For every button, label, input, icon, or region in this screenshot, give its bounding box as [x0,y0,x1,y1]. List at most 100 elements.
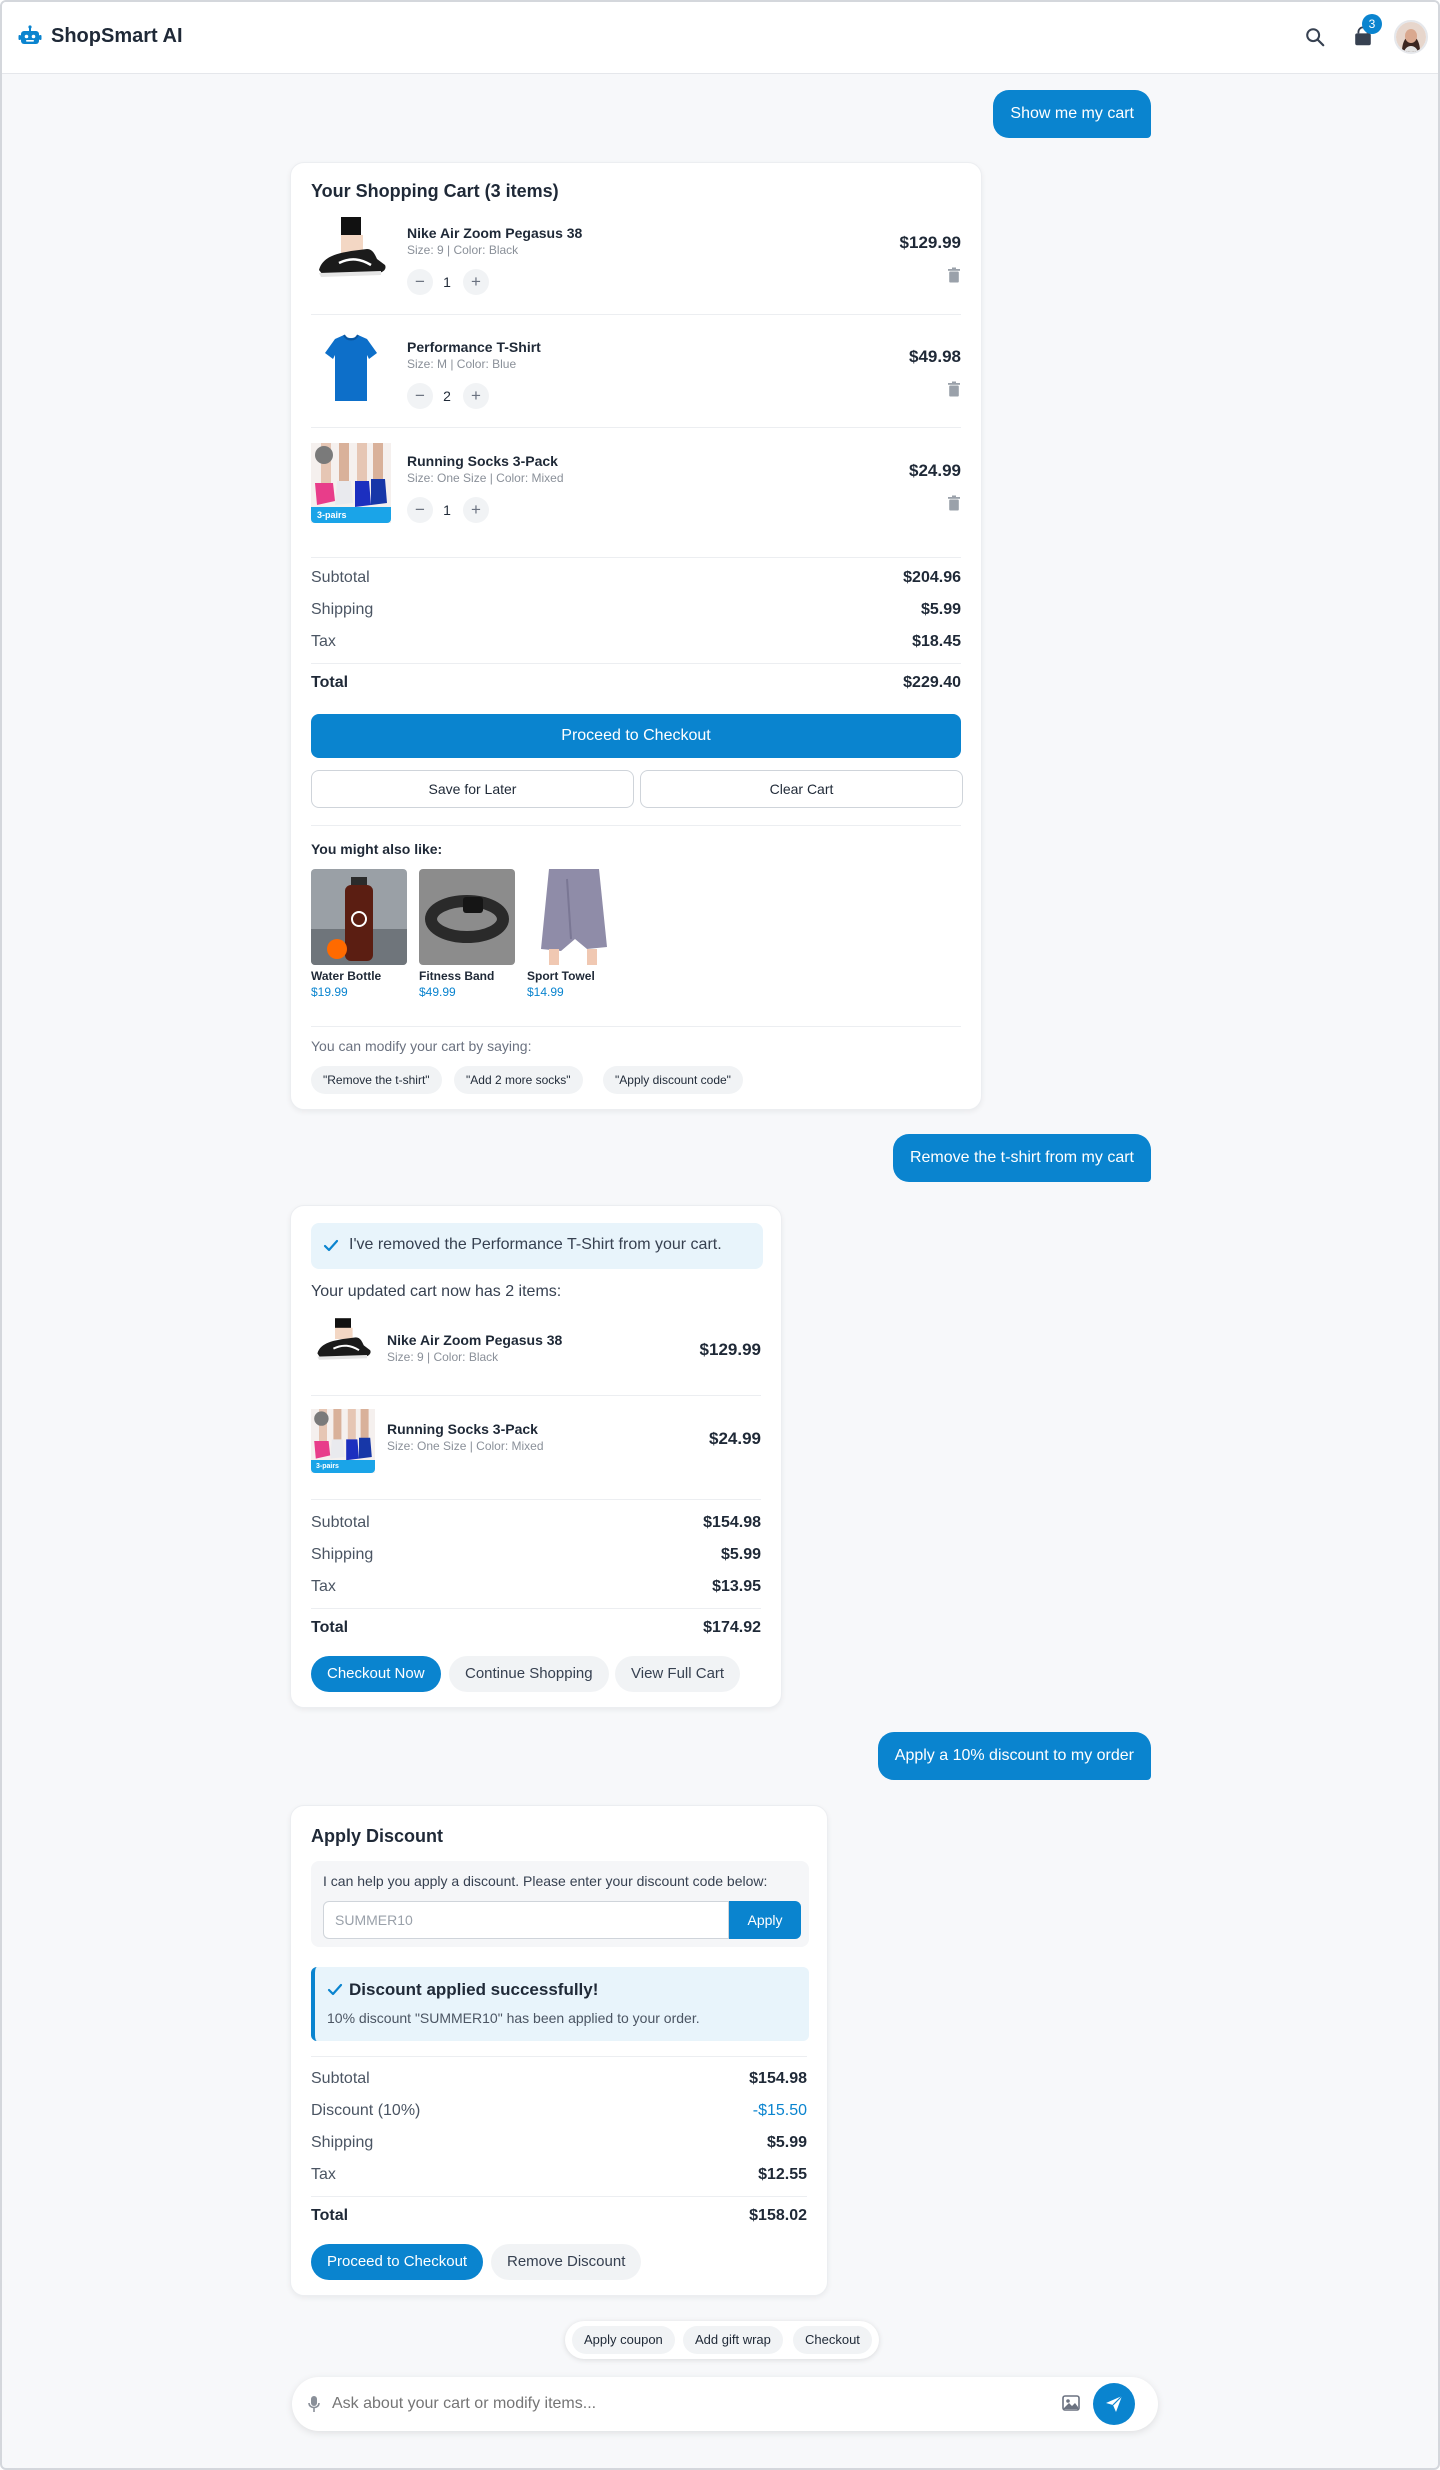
send-icon [1106,2395,1123,2412]
recommendation-item[interactable]: Water Bottle $19.99 [311,869,407,999]
divider [311,1026,961,1027]
shipping-row: Shipping $5.99 [311,601,961,625]
clear-cart-button[interactable]: Clear Cart [640,770,963,808]
decrease-qty-button[interactable]: − [407,383,433,409]
quick-action-gift-wrap[interactable]: Add gift wrap [683,2326,783,2354]
product-image-fitness-band [419,869,515,965]
shipping-label: Shipping [311,2134,374,2151]
continue-shopping-button[interactable]: Continue Shopping [449,1656,609,1692]
trash-icon[interactable] [947,267,961,283]
apply-discount-button[interactable]: Apply [729,1901,801,1939]
cart-count-badge: 3 [1362,14,1382,34]
item-name: Running Socks 3-Pack [387,1421,538,1437]
chat-input[interactable] [332,2389,1032,2419]
quick-action-apply-coupon[interactable]: Apply coupon [572,2326,675,2354]
item-meta: Size: 9 | Color: Black [407,243,519,257]
total-row: Total $229.40 [311,674,961,698]
item-name: Performance T-Shirt [407,339,541,355]
subtotal-row: Subtotal $154.98 [311,2070,807,2094]
discount-label: Discount (10%) [311,2102,421,2119]
product-image-socks: 3-pairs [311,1409,375,1473]
total-value: $174.92 [703,1619,761,1636]
discount-code-input[interactable] [323,1901,729,1939]
recommendation-price: $49.99 [419,985,456,999]
user-avatar[interactable] [1394,20,1428,54]
total-value: $229.40 [903,674,961,691]
suggestion-chip[interactable]: "Apply discount code" [603,1066,743,1094]
shipping-value: $5.99 [920,601,961,618]
suggestion-chip[interactable]: "Add 2 more socks" [454,1066,583,1094]
subtotal-value: $204.96 [903,569,961,586]
item-meta: Size: One Size | Color: Mixed [407,471,564,485]
shipping-value: $5.99 [720,1546,761,1563]
image-upload-icon[interactable] [1062,2395,1080,2411]
increase-qty-button[interactable]: + [463,383,489,409]
proceed-to-checkout-button[interactable]: Proceed to Checkout [311,2244,484,2280]
send-button[interactable] [1093,2383,1135,2425]
subtotal-value: $154.98 [749,2070,807,2087]
shipping-row: Shipping $5.99 [311,2134,807,2158]
microphone-icon[interactable] [308,2395,320,2413]
divider [311,557,961,558]
updated-cart-card: I've removed the Performance T-Shirt fro… [290,1205,782,1708]
recommendation-item[interactable]: Sport Towel $14.99 [527,869,623,999]
shipping-label: Shipping [311,601,374,618]
item-price: $129.99 [899,233,961,252]
tax-value: $13.95 [712,1578,761,1595]
modify-hint: You can modify your cart by saying: [311,1038,532,1054]
top-bar: ShopSmart AI 3 [2,2,1438,74]
discount-title: Apply Discount [311,1826,444,1846]
discount-form: I can help you apply a discount. Please … [311,1861,809,1947]
product-image-shoe [311,1318,375,1368]
discount-success-desc: 10% discount "SUMMER10" has been applied… [327,2010,700,2026]
quick-action-checkout[interactable]: Checkout [793,2326,872,2354]
recommendation-item[interactable]: Fitness Band $49.99 [419,869,515,999]
remove-discount-button[interactable]: Remove Discount [491,2244,642,2280]
discount-row: Discount (10%) -$15.50 [311,2102,807,2126]
item-qty: 1 [443,274,451,290]
cart-item: Performance T-Shirt Size: M | Color: Blu… [311,329,961,425]
checkout-now-button[interactable]: Checkout Now [311,1656,441,1692]
subtotal-label: Subtotal [311,2070,370,2087]
total-label: Total [311,674,349,691]
subtotal-row: Subtotal $204.96 [311,569,961,593]
brand[interactable]: ShopSmart AI [18,24,183,48]
user-message: Remove the t-shirt from my cart [892,1134,1151,1182]
item-name: Nike Air Zoom Pegasus 38 [387,1332,563,1348]
discount-card: Apply Discount I can help you apply a di… [290,1805,828,2296]
decrease-qty-button[interactable]: − [407,497,433,523]
shipping-value: $5.99 [766,2134,807,2151]
tax-row: Tax $13.95 [311,1578,761,1602]
proceed-to-checkout-button[interactable]: Proceed to Checkout [311,714,961,758]
increase-qty-button[interactable]: + [463,269,489,295]
product-image-water-bottle [311,869,407,965]
tax-value: $12.55 [758,2166,807,2183]
subtotal-label: Subtotal [311,1514,370,1531]
trash-icon[interactable] [947,495,961,511]
subtotal-value: $154.98 [703,1514,761,1531]
suggestion-chip[interactable]: "Remove the t-shirt" [311,1066,442,1094]
recommendations-label: You might also like: [311,841,443,857]
item-price: $24.99 [709,1429,761,1448]
increase-qty-button[interactable]: + [463,497,489,523]
cart-item: Nike Air Zoom Pegasus 38 Size: 9 | Color… [311,1318,761,1382]
trash-icon[interactable] [947,381,961,397]
save-for-later-button[interactable]: Save for Later [311,770,634,808]
item-qty: 2 [443,388,451,404]
user-message: Apply a 10% discount to my order [877,1732,1151,1780]
shipping-row: Shipping $5.99 [311,1546,761,1570]
decrease-qty-button[interactable]: − [407,269,433,295]
discount-success-title: Discount applied successfully! [349,1980,599,1999]
view-full-cart-button[interactable]: View Full Cart [615,1656,741,1692]
message-composer [292,2377,1158,2431]
divider [311,2196,807,2197]
total-value: $158.02 [749,2207,807,2224]
recommendation-price: $19.99 [311,985,348,999]
divider [311,1395,761,1396]
search-icon[interactable] [1304,26,1326,48]
product-image-shoe [311,215,391,295]
product-tag: 3-pairs [311,1460,375,1473]
updated-cart-intro: Your updated cart now has 2 items: [311,1283,562,1300]
tax-row: Tax $18.45 [311,633,961,657]
product-image-tshirt [311,329,391,409]
